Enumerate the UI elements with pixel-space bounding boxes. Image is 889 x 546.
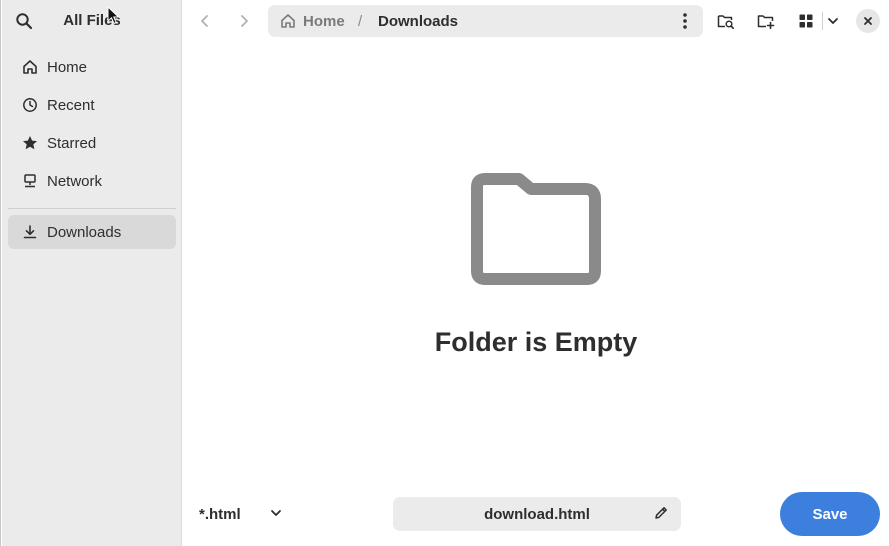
sidebar-item-recent[interactable]: Recent: [8, 88, 176, 122]
chevron-right-icon: [237, 14, 251, 28]
back-button[interactable]: [190, 7, 220, 35]
sidebar-item-label: Recent: [47, 96, 95, 114]
clock-icon: [21, 96, 39, 114]
sidebar-item-label: Network: [47, 172, 103, 190]
breadcrumb-home[interactable]: Home: [280, 5, 345, 37]
sidebar-item-label: Starred: [47, 134, 97, 152]
sidebar-header: All Files: [2, 0, 182, 42]
mouse-pointer-icon: [107, 5, 121, 26]
breadcrumb-current[interactable]: Downloads: [378, 13, 458, 30]
filename-value: download.html: [484, 505, 590, 523]
forward-button[interactable]: [229, 7, 259, 35]
chevron-left-icon: [198, 14, 212, 28]
star-icon: [21, 134, 39, 152]
file-filter-dropdown[interactable]: *.html: [192, 496, 286, 532]
new-folder-button[interactable]: [751, 7, 781, 35]
filename-field[interactable]: download.html: [393, 497, 681, 531]
sidebar-item-home[interactable]: Home: [8, 50, 176, 84]
footer-bar: *.html download.html Save: [182, 482, 889, 546]
more-vertical-icon: [682, 12, 688, 30]
pencil-icon[interactable]: [653, 505, 669, 521]
folder-search-icon: [717, 13, 735, 29]
path-menu-button[interactable]: [675, 9, 695, 33]
empty-state-title: Folder is Empty: [434, 327, 638, 357]
breadcrumb-home-label: Home: [303, 12, 345, 30]
sidebar-item-label: Home: [47, 58, 88, 76]
sidebar-item-network[interactable]: Network: [8, 164, 176, 198]
breadcrumb-separator: /: [358, 13, 363, 30]
view-mode-button[interactable]: [791, 7, 821, 35]
sidebar-title: All Files: [63, 12, 121, 29]
home-icon: [21, 58, 39, 76]
new-folder-icon: [757, 13, 775, 29]
path-bar: Home / Downloads: [268, 5, 703, 37]
sidebar: All Files Home Recent Starred Network Do…: [2, 0, 182, 546]
close-icon: [863, 16, 873, 26]
home-icon: [280, 13, 296, 29]
header-bar: Home / Downloads: [182, 0, 889, 42]
sidebar-item-starred[interactable]: Starred: [8, 126, 176, 160]
sidebar-separator: [8, 208, 176, 209]
save-button[interactable]: Save: [780, 492, 880, 536]
sidebar-item-label: Downloads: [47, 223, 122, 241]
file-view: Folder is Empty: [182, 42, 889, 482]
chevron-down-icon: [270, 507, 282, 519]
file-save-dialog: All Files Home Recent Starred Network Do…: [0, 0, 889, 546]
sidebar-item-downloads[interactable]: Downloads: [8, 215, 176, 249]
close-button[interactable]: [856, 9, 880, 33]
download-icon: [21, 223, 39, 241]
search-folder-button[interactable]: [711, 7, 741, 35]
folder-icon: [471, 171, 601, 285]
chevron-down-icon: [827, 15, 839, 27]
file-filter-value: *.html: [199, 505, 241, 523]
network-icon: [21, 172, 39, 190]
grid-view-icon: [798, 13, 814, 29]
view-options-button[interactable]: [819, 7, 847, 35]
